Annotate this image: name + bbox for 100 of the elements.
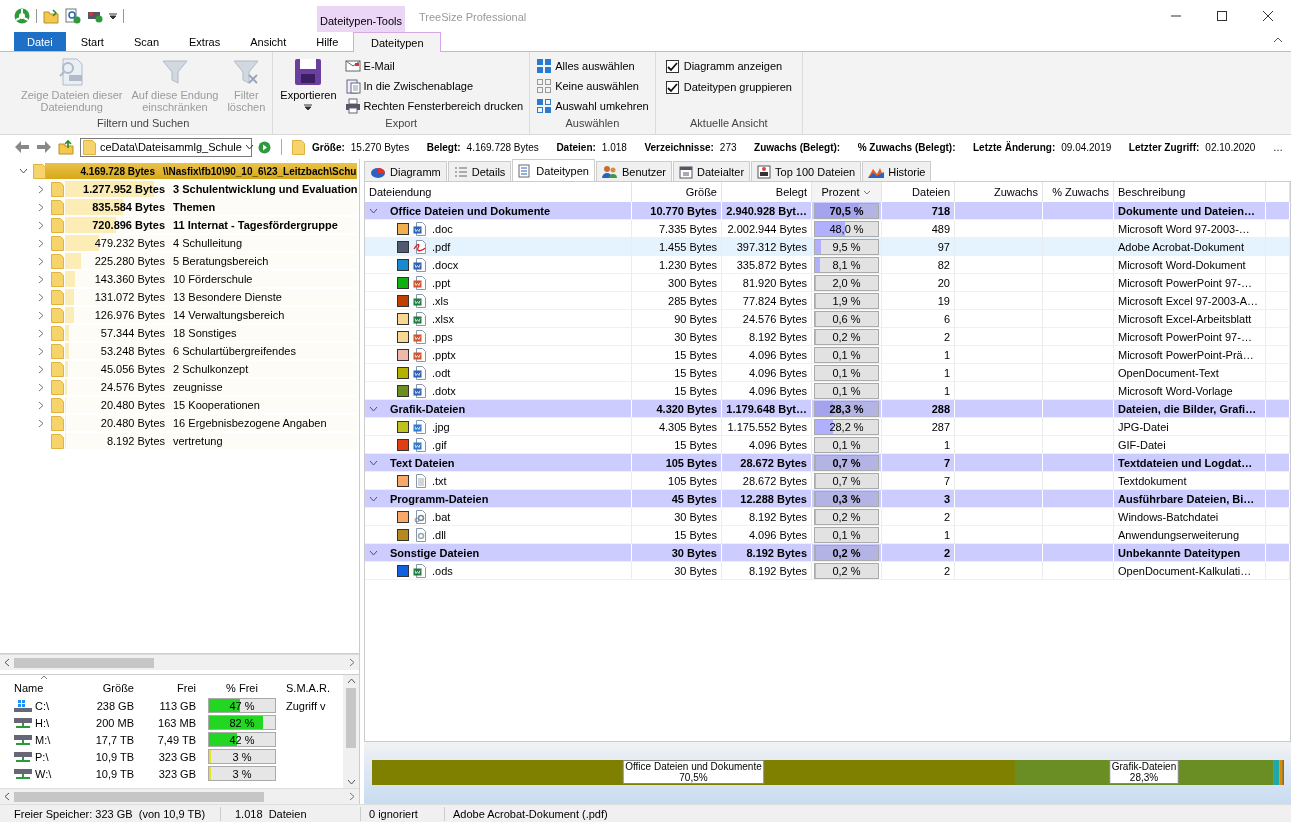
- magnifier-icon[interactable]: [65, 8, 81, 24]
- ribbon-button[interactable]: Auswahl umkehren: [534, 96, 651, 115]
- table-cell: 1.175.552 Bytes: [722, 418, 812, 436]
- drive-name[interactable]: C:\: [10, 697, 74, 714]
- column-header[interactable]: S.M.A.R.: [282, 675, 343, 697]
- ribbon-button[interactable]: Exportieren: [277, 55, 340, 116]
- ribbon-button[interactable]: Alles auswählen: [534, 56, 651, 75]
- view-tab[interactable]: Dateitypen: [512, 159, 595, 181]
- drive-name[interactable]: P:\: [10, 748, 74, 765]
- view-tab[interactable]: Diagramm: [364, 161, 447, 181]
- table-cell: 3: [882, 490, 955, 508]
- file-extension[interactable]: .bat: [432, 510, 451, 523]
- file-extension[interactable]: .gif: [432, 438, 447, 451]
- trophy-list-icon: [757, 164, 772, 179]
- drive-name[interactable]: W:\: [10, 765, 74, 782]
- ribbon-button[interactable]: Rechten Fensterbereich drucken: [342, 96, 526, 115]
- chevron-right-icon[interactable]: [349, 658, 355, 667]
- drive-name[interactable]: M:\: [10, 731, 74, 748]
- chevron-down-icon[interactable]: [346, 779, 356, 785]
- vertical-scrollbar[interactable]: [343, 675, 359, 788]
- file-extension[interactable]: .jpg: [432, 420, 450, 433]
- column-header[interactable]: Größe: [74, 675, 140, 697]
- chevron-down-icon: [369, 207, 378, 214]
- ribbon-tab[interactable]: Start: [65, 32, 119, 51]
- view-tab[interactable]: Historie: [862, 161, 932, 181]
- more-indicator[interactable]: …: [1272, 141, 1283, 153]
- file-extension[interactable]: .txt: [432, 474, 447, 487]
- empty-cell: [1266, 562, 1290, 580]
- table-cell: OpenDocument-Text: [1114, 364, 1266, 382]
- scroll-thumb[interactable]: [14, 657, 154, 668]
- folder-size: 126.976 Bytes: [93, 309, 165, 321]
- gears-file-icon: [413, 509, 426, 524]
- status-text: 1.018 Dateien: [221, 806, 361, 821]
- checkmark-icon: [666, 60, 678, 72]
- group-row-toggle[interactable]: Office Dateien und Dokumente: [365, 202, 632, 220]
- ribbon-tab[interactable]: Hilfe: [301, 32, 354, 51]
- ribbon-tab[interactable]: Scan: [118, 32, 174, 51]
- file-extension[interactable]: .dll: [432, 528, 447, 541]
- ribbon-tab[interactable]: Datei: [14, 32, 66, 51]
- file-extension[interactable]: .ods: [432, 564, 453, 577]
- file-extension[interactable]: .pdf: [432, 240, 451, 253]
- caret-icon[interactable]: [109, 12, 117, 20]
- close-icon: [1263, 11, 1273, 21]
- ribbon-button[interactable]: Keine auswählen: [534, 76, 651, 95]
- ribbon-tab[interactable]: Ansicht: [235, 32, 302, 51]
- column-header[interactable]: Prozent: [812, 182, 882, 202]
- view-tab[interactable]: Top 100 Dateien: [751, 161, 862, 181]
- file-extension[interactable]: .dotx: [432, 384, 456, 397]
- group-row-toggle[interactable]: Sonstige Dateien: [365, 544, 632, 562]
- file-extension[interactable]: .pps: [432, 330, 453, 343]
- back-arrow-icon[interactable]: [14, 140, 30, 154]
- folder-up-icon[interactable]: [58, 139, 74, 155]
- file-extension[interactable]: .xlsx: [432, 312, 454, 325]
- ribbon-button[interactable]: E-Mail: [342, 56, 526, 75]
- empty-cell: [1266, 508, 1290, 526]
- chevron-up-icon[interactable]: [1273, 37, 1283, 43]
- path-dropdown[interactable]: ceData\Dateisammlg_Schule: [80, 137, 252, 157]
- file-extension[interactable]: .docx: [432, 258, 459, 271]
- view-tab[interactable]: Details: [447, 161, 512, 181]
- table-cell: 4.305 Bytes: [632, 418, 722, 436]
- checkbox-label[interactable]: Diagramm anzeigen: [683, 60, 783, 72]
- app-logo-icon[interactable]: [14, 8, 30, 24]
- group-row-toggle[interactable]: Text Dateien: [365, 454, 632, 472]
- forward-arrow-icon[interactable]: [36, 140, 52, 154]
- folder-icon[interactable]: [43, 8, 59, 24]
- chevron-left-icon[interactable]: [4, 658, 10, 667]
- horizontal-scrollbar[interactable]: [0, 788, 359, 804]
- view-tab[interactable]: Dateialter: [673, 161, 751, 181]
- file-extension[interactable]: .doc: [432, 222, 453, 235]
- file-extension[interactable]: .pptx: [432, 348, 456, 361]
- chevron-left-icon[interactable]: [4, 792, 10, 801]
- file-extension[interactable]: .xls: [432, 294, 449, 307]
- word-file-icon: [413, 365, 426, 380]
- column-header[interactable]: Frei: [140, 675, 202, 697]
- folder-name: \\Nasfix\fb10\90_10_6\23_Leitzbach\Schu: [163, 165, 357, 177]
- stat-label: Dateien:: [556, 141, 596, 153]
- ribbon-button[interactable]: In die Zwischenablage: [342, 76, 526, 95]
- table-cell: 81.920 Bytes: [722, 274, 812, 292]
- percent-text: 70,5 %: [829, 204, 864, 217]
- scroll-thumb[interactable]: [346, 688, 356, 748]
- column-header[interactable]: % Frei: [202, 675, 282, 697]
- file-extension[interactable]: .ppt: [432, 276, 451, 289]
- view-tab[interactable]: Benutzer: [595, 161, 672, 181]
- column-header[interactable]: Name: [10, 675, 74, 697]
- group-row-toggle[interactable]: Programm-Dateien: [365, 490, 632, 508]
- drive-name[interactable]: H:\: [10, 714, 74, 731]
- checkbox[interactable]: [665, 80, 679, 94]
- group-row-toggle[interactable]: Grafik-Dateien: [365, 400, 632, 418]
- ribbon-tab[interactable]: Dateitypen: [353, 32, 442, 52]
- chevron-right-icon[interactable]: [349, 792, 355, 801]
- ribbon-tab[interactable]: Extras: [174, 32, 236, 51]
- checkbox-label[interactable]: Dateitypen gruppieren: [683, 81, 792, 93]
- chevron-down-icon[interactable]: [18, 168, 28, 174]
- file-extension[interactable]: .odt: [432, 366, 451, 379]
- table-cell-text: 10,9 TB: [94, 749, 135, 765]
- chevron-up-icon[interactable]: [346, 678, 356, 684]
- checkbox[interactable]: [665, 59, 679, 73]
- scroll-thumb[interactable]: [14, 791, 264, 802]
- play-icon[interactable]: [258, 140, 271, 154]
- horizontal-scrollbar[interactable]: [0, 654, 359, 670]
